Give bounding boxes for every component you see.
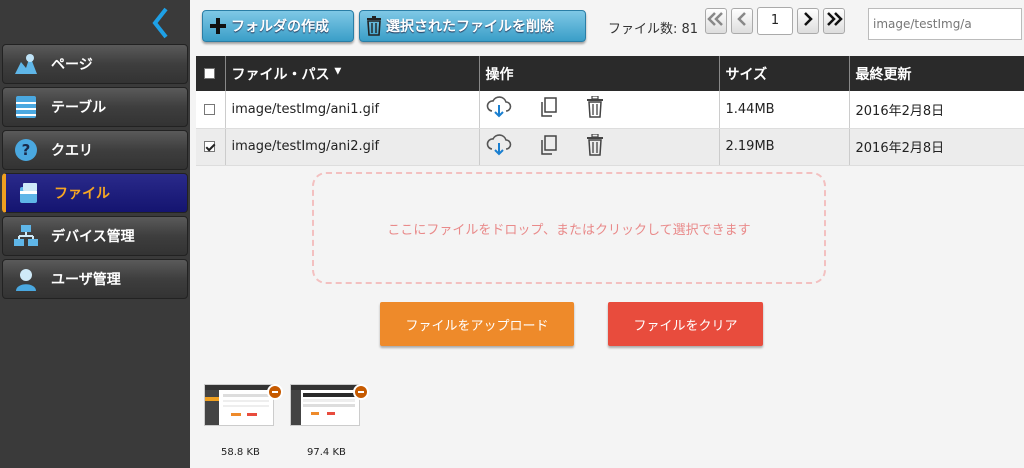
sidebar-item-pages[interactable]: ページ bbox=[2, 44, 188, 84]
column-header-size[interactable]: サイズ bbox=[719, 56, 850, 91]
ops-cell bbox=[479, 91, 720, 129]
cloud-download-icon[interactable] bbox=[486, 96, 512, 122]
plus-icon bbox=[209, 17, 227, 35]
query-icon: ? bbox=[13, 137, 39, 163]
column-header-path[interactable]: ファイル・パス ▼ bbox=[225, 56, 480, 91]
create-folder-button[interactable]: フォルダの作成 bbox=[202, 10, 354, 42]
double-chevron-left-icon bbox=[707, 12, 725, 30]
thumbnail-preview bbox=[204, 384, 274, 426]
double-chevron-right-icon bbox=[825, 12, 843, 30]
table-row: image/testImg/ani1.gif 1.44MB 2016年2月8日 bbox=[196, 91, 1024, 129]
chevron-right-icon bbox=[802, 12, 814, 30]
cloud-download-icon[interactable] bbox=[486, 133, 512, 160]
column-header-ops: 操作 bbox=[479, 56, 720, 91]
sidebar-item-label: クエリ bbox=[51, 143, 93, 159]
dropzone-text: ここにファイルをドロップ、またはクリックして選択できます bbox=[387, 222, 751, 238]
sidebar-item-label: テーブル bbox=[51, 100, 107, 116]
file-table: ファイル・パス ▼ 操作 サイズ 最終更新 image/testImg/ani1… bbox=[196, 56, 1024, 166]
sidebar-item-users[interactable]: ユーザ管理 bbox=[2, 259, 188, 299]
copy-icon[interactable] bbox=[540, 134, 558, 159]
chevron-left-icon bbox=[736, 12, 748, 30]
thumbnail-preview bbox=[290, 384, 360, 426]
copy-icon[interactable] bbox=[540, 97, 558, 121]
delete-selected-button[interactable]: 選択されたファイルを削除 bbox=[359, 10, 586, 42]
pages-icon bbox=[13, 51, 39, 77]
row-select-cell bbox=[196, 91, 226, 129]
sidebar-item-query[interactable]: ? クエリ bbox=[2, 130, 188, 170]
select-all-checkbox[interactable] bbox=[204, 68, 215, 79]
thumbnail-size: 97.4 KB bbox=[307, 447, 346, 458]
file-path[interactable]: image/testImg/ani2.gif bbox=[225, 128, 480, 166]
first-page-button[interactable] bbox=[705, 8, 727, 34]
sidebar-item-table[interactable]: テーブル bbox=[2, 87, 188, 127]
sidebar-item-label: ページ bbox=[51, 57, 93, 73]
user-icon bbox=[13, 266, 39, 292]
file-icon bbox=[16, 180, 42, 206]
file-updated: 2016年2月8日 bbox=[849, 128, 1024, 166]
file-size: 1.44MB bbox=[719, 91, 850, 129]
select-all-cell bbox=[196, 56, 226, 91]
last-page-button[interactable] bbox=[823, 8, 845, 34]
table-row: image/testImg/ani2.gif 2.19MB 2016年2月8日 bbox=[196, 128, 1024, 166]
file-updated: 2016年2月8日 bbox=[849, 91, 1024, 129]
sidebar: ページ テーブル ? クエリ ファイル デバイス管理 ユーザ管理 bbox=[0, 0, 190, 468]
sort-down-icon: ▼ bbox=[334, 65, 342, 76]
file-count-value: 81 bbox=[681, 22, 699, 37]
svg-text:?: ? bbox=[22, 141, 31, 159]
table-icon bbox=[13, 94, 39, 120]
row-checkbox[interactable] bbox=[204, 141, 215, 152]
upload-button[interactable]: ファイルをアップロード bbox=[380, 302, 574, 346]
sidebar-item-file[interactable]: ファイル bbox=[2, 173, 188, 213]
remove-thumbnail-icon[interactable] bbox=[267, 384, 283, 400]
column-header-updated[interactable]: 最終更新 bbox=[849, 56, 1024, 91]
column-header-path-label: ファイル・パス bbox=[231, 66, 330, 83]
prev-page-button[interactable] bbox=[731, 8, 753, 34]
sidebar-item-label: ファイル bbox=[54, 186, 110, 202]
ops-cell bbox=[479, 128, 720, 166]
clear-button[interactable]: ファイルをクリア bbox=[608, 302, 763, 346]
file-dropzone[interactable]: ここにファイルをドロップ、またはクリックして選択できます bbox=[312, 172, 826, 284]
trash-icon[interactable] bbox=[586, 95, 604, 122]
main-panel: フォルダの作成 選択されたファイルを削除 ファイル数: 81 1 image/t… bbox=[190, 0, 1024, 468]
trash-icon[interactable] bbox=[586, 132, 604, 160]
thumbnail-size: 58.8 KB bbox=[221, 447, 260, 458]
file-count: ファイル数: 81 bbox=[608, 18, 698, 37]
row-select-cell bbox=[196, 128, 226, 166]
sidebar-item-label: デバイス管理 bbox=[51, 229, 135, 245]
device-icon bbox=[13, 223, 39, 249]
next-page-button[interactable] bbox=[797, 8, 819, 34]
page-input[interactable]: 1 bbox=[757, 7, 793, 35]
file-size: 2.19MB bbox=[719, 128, 850, 166]
collapse-sidebar-icon[interactable] bbox=[150, 6, 172, 40]
row-checkbox[interactable] bbox=[204, 103, 215, 115]
search-input[interactable]: image/testImg/a bbox=[868, 8, 1022, 40]
delete-selected-label: 選択されたファイルを削除 bbox=[386, 19, 554, 35]
trash-icon bbox=[366, 16, 382, 36]
sidebar-item-devices[interactable]: デバイス管理 bbox=[2, 216, 188, 256]
create-folder-label: フォルダの作成 bbox=[231, 19, 329, 35]
remove-thumbnail-icon[interactable] bbox=[353, 384, 369, 400]
sidebar-item-label: ユーザ管理 bbox=[51, 272, 121, 288]
file-count-label: ファイル数: bbox=[608, 22, 678, 37]
file-path[interactable]: image/testImg/ani1.gif bbox=[225, 91, 480, 129]
table-header-row: ファイル・パス ▼ 操作 サイズ 最終更新 bbox=[196, 56, 1024, 91]
